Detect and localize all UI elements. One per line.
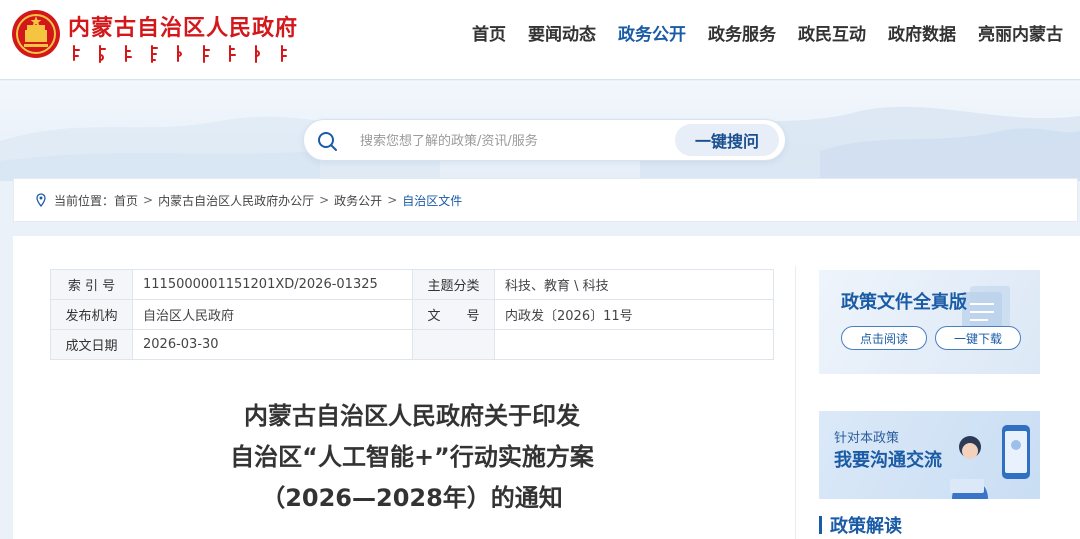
- breadcrumb-office[interactable]: 内蒙古自治区人民政府办公厅: [158, 192, 314, 209]
- mongolian-script-logo: [73, 45, 287, 63]
- policy-interpretation-title[interactable]: 政策解读: [830, 512, 902, 538]
- nav-item-interaction[interactable]: 政民互动: [787, 22, 877, 48]
- document-title: 内蒙古自治区人民政府关于印发 自治区“人工智能+”行动实施方案 （2026—20…: [50, 396, 774, 519]
- index-value: 1115000001151201XD/2026-01325: [132, 269, 413, 300]
- empty-cell: [412, 329, 495, 360]
- document-title-line: 内蒙古自治区人民政府关于印发: [244, 402, 580, 430]
- date-label: 成文日期: [50, 329, 133, 360]
- national-emblem-icon[interactable]: [10, 8, 62, 60]
- read-button[interactable]: 点击阅读: [841, 326, 927, 350]
- nav-item-services[interactable]: 政务服务: [697, 22, 787, 48]
- site-title[interactable]: 内蒙古自治区人民政府: [68, 10, 298, 42]
- date-value: 2026-03-30: [132, 329, 413, 360]
- consultation-subtitle: 针对本政策: [834, 431, 900, 446]
- empty-cell: [494, 329, 774, 360]
- nav-item-gov-affairs[interactable]: 政务公开: [607, 22, 697, 48]
- breadcrumb-gov-affairs[interactable]: 政务公开: [334, 192, 382, 209]
- nav-item-home[interactable]: 首页: [461, 22, 517, 48]
- issuer-label: 发布机构: [50, 299, 133, 330]
- site-header: 内蒙古自治区人民政府 首页 要闻动态 政务公开 政务服务 政民互动 政府数据 亮…: [0, 0, 1080, 80]
- breadcrumb-prefix: 当前位置：: [54, 193, 115, 208]
- nav-item-data[interactable]: 政府数据: [877, 22, 967, 48]
- download-button[interactable]: 一键下载: [935, 326, 1021, 350]
- breadcrumb-separator: >: [143, 193, 154, 207]
- docno-label: 文 号: [412, 299, 495, 330]
- breadcrumb: 当前位置： 首页 > 内蒙古自治区人民政府办公厅 > 政务公开 > 自治区文件: [13, 178, 1078, 222]
- column-divider: [795, 266, 796, 539]
- table-row: 索 引 号 1115000001151201XD/2026-01325 主题分类…: [50, 269, 774, 300]
- table-row: 成文日期 2026-03-30: [50, 329, 774, 360]
- policy-interpretation-header: 政策解读: [819, 512, 902, 538]
- document-meta-table: 索 引 号 1115000001151201XD/2026-01325 主题分类…: [50, 269, 774, 360]
- main-nav: 首页 要闻动态 政务公开 政务服务 政民互动 政府数据 亮丽内蒙古: [461, 22, 1074, 48]
- topic-value: 科技、教育 \ 科技: [494, 269, 774, 300]
- search-input[interactable]: [360, 131, 660, 151]
- breadcrumb-separator: >: [387, 193, 398, 207]
- document-title-line: （2026—2028年）的通知: [261, 484, 563, 512]
- search-button[interactable]: 一键搜问: [675, 124, 779, 156]
- main-content: 索 引 号 1115000001151201XD/2026-01325 主题分类…: [13, 236, 1080, 539]
- full-version-title: 政策文件全真版: [841, 292, 967, 313]
- index-label: 索 引 号: [50, 269, 133, 300]
- topic-label: 主题分类: [412, 269, 495, 300]
- issuer-value: 自治区人民政府: [132, 299, 413, 330]
- customer-service-illustration: [950, 425, 1030, 499]
- search-box: 一键搜问: [303, 119, 786, 161]
- full-version-card: 政策文件全真版 点击阅读 一键下载: [819, 270, 1040, 374]
- table-row: 发布机构 自治区人民政府 文 号 内政发〔2026〕11号: [50, 299, 774, 330]
- breadcrumb-separator: >: [319, 193, 330, 207]
- document-title-line: 自治区“人工智能+”行动实施方案: [230, 443, 594, 471]
- consultation-card[interactable]: 针对本政策 我要沟通交流: [819, 411, 1040, 499]
- nav-item-news[interactable]: 要闻动态: [517, 22, 607, 48]
- consultation-title: 我要沟通交流: [834, 450, 942, 471]
- nav-item-scenery[interactable]: 亮丽内蒙古: [967, 22, 1074, 48]
- docno-value: 内政发〔2026〕11号: [494, 299, 774, 330]
- breadcrumb-current[interactable]: 自治区文件: [402, 192, 462, 209]
- breadcrumb-home[interactable]: 首页: [114, 192, 138, 209]
- section-accent-bar: [819, 516, 822, 534]
- location-pin-icon: [36, 193, 46, 207]
- search-icon[interactable]: [316, 130, 338, 152]
